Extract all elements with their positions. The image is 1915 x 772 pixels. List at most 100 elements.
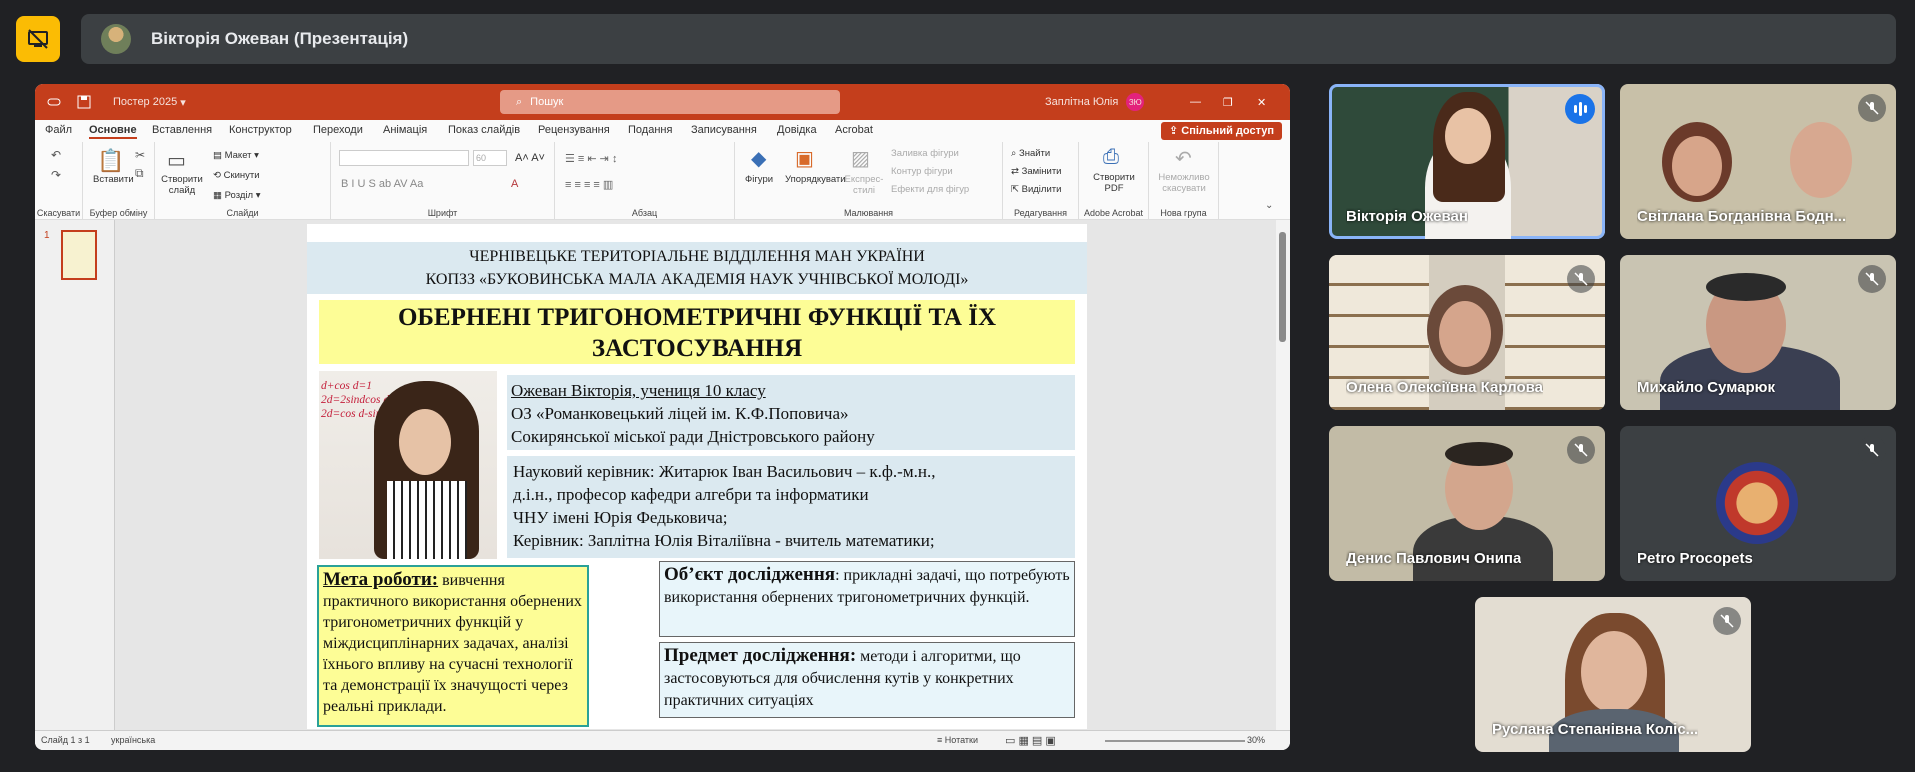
- ribbon-tabs: Файл Основне Вставлення Конструктор Пере…: [35, 120, 1290, 142]
- shapes-icon[interactable]: ◆: [751, 146, 766, 171]
- notes-button[interactable]: ≡ Нотатки: [937, 735, 978, 745]
- tab-view[interactable]: Подання: [628, 124, 672, 136]
- reset-button[interactable]: ⟲ Скинути: [213, 170, 260, 181]
- file-name[interactable]: Постер 2025 ▾: [113, 84, 186, 120]
- arrange-icon[interactable]: ▣: [795, 146, 814, 171]
- participant-name: Світлана Богданівна Бодн...: [1637, 208, 1847, 225]
- participant-tile[interactable]: Олена Олексіївна Карлова: [1329, 255, 1605, 410]
- slide-thumbnails-pane: 1: [35, 220, 115, 730]
- grow-font-icon[interactable]: A˄ A˅: [515, 152, 545, 164]
- status-bar: Слайд 1 з 1 українська ≡ Нотатки ▭ ▦ ▤ ▣…: [35, 730, 1290, 750]
- presenter-banner: Вікторія Ожеван (Презентація): [81, 14, 1896, 64]
- font-size-box[interactable]: 60: [473, 150, 507, 166]
- participant-name: Олена Олексіївна Карлова: [1346, 379, 1544, 396]
- participant-avatar: [1716, 462, 1798, 544]
- section-button[interactable]: ▦ Розділ ▾: [213, 190, 261, 201]
- zoom-level[interactable]: 30%: [1247, 735, 1265, 745]
- participant-tile[interactable]: Світлана Богданівна Бодн...: [1620, 84, 1896, 239]
- undo-icon[interactable]: ↶: [51, 148, 61, 162]
- list-buttons[interactable]: ☰ ≡ ⇤ ⇥ ↕: [565, 152, 617, 165]
- font-name-box[interactable]: [339, 150, 469, 166]
- mic-off-icon: [1858, 94, 1886, 122]
- ribbon: ↶ ↷ Скасувати 📋 Вставити ✂ ⧉ Буфер обмін…: [35, 142, 1290, 220]
- slide-thumbnail[interactable]: [61, 230, 97, 280]
- vertical-scrollbar[interactable]: [1276, 220, 1290, 730]
- tab-home[interactable]: Основне: [89, 124, 137, 139]
- clipboard-group: 📋 Вставити ✂ ⧉ Буфер обміну: [83, 142, 155, 220]
- search-placeholder: Пошук: [530, 96, 564, 108]
- tab-insert[interactable]: Вставлення: [152, 124, 212, 136]
- tab-design[interactable]: Конструктор: [229, 124, 292, 136]
- search-box[interactable]: ⌕ Пошук: [500, 90, 840, 114]
- acrobat-group: ⎙ Створити PDF Adobe Acrobat: [1079, 142, 1149, 220]
- minimize-icon[interactable]: —: [1190, 84, 1201, 120]
- mic-off-icon: [1858, 265, 1886, 293]
- author-info: Ожеван Вікторія, учениця 10 класу ОЗ «Ро…: [507, 375, 1075, 450]
- replace-button[interactable]: ⇄ Замінити: [1011, 166, 1061, 177]
- slide-header: ЧЕРНІВЕЦЬКЕ ТЕРИТОРІАЛЬНЕ ВІДДІЛЕННЯ МАН…: [307, 242, 1087, 294]
- tab-slideshow[interactable]: Показ слайдів: [448, 124, 520, 136]
- presenter-title: Вікторія Ожеван (Презентація): [151, 29, 409, 48]
- save-icon[interactable]: [77, 84, 91, 120]
- participant-name: Руслана Степанівна Коліс...: [1492, 721, 1699, 738]
- font-color-icon[interactable]: A: [511, 178, 518, 190]
- participant-tile[interactable]: Денис Павлович Онипа: [1329, 426, 1605, 581]
- supervisor-info: Науковий керівник: Житарюк Іван Васильов…: [507, 456, 1075, 558]
- collapse-ribbon-icon[interactable]: ⌄: [1265, 200, 1273, 211]
- slides-group: ▭ Створити слайд ▤ Макет ▾ ⟲ Скинути ▦ Р…: [155, 142, 331, 220]
- create-pdf-icon[interactable]: ⎙: [1103, 146, 1119, 169]
- paragraph-group: ☰ ≡ ⇤ ⇥ ↕ ≡ ≡ ≡ ≡ ▥ Абзац: [555, 142, 735, 220]
- mic-off-icon: [1567, 436, 1595, 464]
- autosave-icon[interactable]: [47, 84, 61, 120]
- paste-icon[interactable]: 📋: [97, 148, 124, 174]
- layout-button[interactable]: ▤ Макет ▾: [213, 150, 259, 161]
- account-area[interactable]: Заплітна Юлія ЗЮ: [1045, 84, 1145, 120]
- tab-acrobat[interactable]: Acrobat: [835, 124, 873, 136]
- participant-name: Михайло Сумарюк: [1637, 379, 1775, 396]
- participant-name: Petro Procopets: [1637, 550, 1753, 567]
- language-indicator[interactable]: українська: [111, 735, 155, 745]
- new-slide-icon[interactable]: ▭: [167, 148, 186, 173]
- participant-tile[interactable]: Михайло Сумарюк: [1620, 255, 1896, 410]
- speaking-indicator-icon: [1565, 94, 1595, 124]
- participant-tile[interactable]: Petro Procopets: [1620, 426, 1896, 581]
- participant-tile[interactable]: Вікторія Ожеван: [1329, 84, 1605, 239]
- participant-name: Вікторія Ожеван: [1346, 208, 1468, 225]
- new-group: ↶ Неможливо скасувати Нова група: [1149, 142, 1219, 220]
- quick-styles-icon[interactable]: ▨: [851, 146, 870, 171]
- participant-tile[interactable]: Руслана Степанівна Коліс...: [1475, 597, 1751, 752]
- object-box: Об’єкт дослідження: прикладні задачі, що…: [659, 561, 1075, 637]
- find-button[interactable]: ⌕ Знайти: [1011, 148, 1050, 159]
- slide-canvas[interactable]: ЧЕРНІВЕЦЬКЕ ТЕРИТОРІАЛЬНЕ ВІДДІЛЕННЯ МАН…: [307, 224, 1087, 729]
- ppt-titlebar: Постер 2025 ▾ ⌕ Пошук Заплітна Юлія ЗЮ —…: [35, 84, 1290, 120]
- align-buttons[interactable]: ≡ ≡ ≡ ≡ ▥: [565, 178, 613, 191]
- tab-file[interactable]: Файл: [45, 124, 72, 136]
- redo-icon[interactable]: ↷: [51, 168, 61, 182]
- copy-icon[interactable]: ⧉: [135, 166, 144, 181]
- author-photo: d+cos d=1 2d=2sindcos d 2d=cos d-sin: [319, 371, 497, 559]
- tab-transitions[interactable]: Переходи: [313, 124, 363, 136]
- close-icon[interactable]: ✕: [1257, 84, 1266, 120]
- view-buttons[interactable]: ▭ ▦ ▤ ▣: [1005, 734, 1056, 747]
- mic-off-icon: [1713, 607, 1741, 635]
- cut-icon[interactable]: ✂: [135, 148, 145, 162]
- presenter-avatar: [101, 24, 131, 54]
- slide-thumbnail-number: 1: [44, 230, 50, 241]
- drawing-group: ◆ Фігури ▣ Упорядкувати ▨ Експрес-стилі …: [735, 142, 1003, 220]
- present-off-icon: [28, 29, 48, 49]
- presentation-indicator-button[interactable]: [16, 16, 60, 62]
- shared-powerpoint-window: Постер 2025 ▾ ⌕ Пошук Заплітна Юлія ЗЮ —…: [35, 84, 1290, 750]
- tab-animations[interactable]: Анімація: [383, 124, 427, 136]
- font-format-buttons[interactable]: B I U S ab AV Aa: [341, 178, 423, 190]
- mic-off-icon: [1567, 265, 1595, 293]
- participant-name: Денис Павлович Онипа: [1346, 550, 1522, 567]
- tab-help[interactable]: Довідка: [777, 124, 817, 136]
- select-button[interactable]: ⇱ Виділити: [1011, 184, 1061, 195]
- tab-record[interactable]: Записування: [691, 124, 757, 136]
- tab-review[interactable]: Рецензування: [538, 124, 610, 136]
- maximize-icon[interactable]: ❐: [1223, 84, 1233, 120]
- share-button[interactable]: ⇪ Спільний доступ: [1161, 122, 1282, 140]
- user-name: Заплітна Юлія: [1045, 96, 1119, 108]
- search-icon: ⌕: [516, 95, 523, 108]
- zoom-slider[interactable]: [1105, 740, 1245, 742]
